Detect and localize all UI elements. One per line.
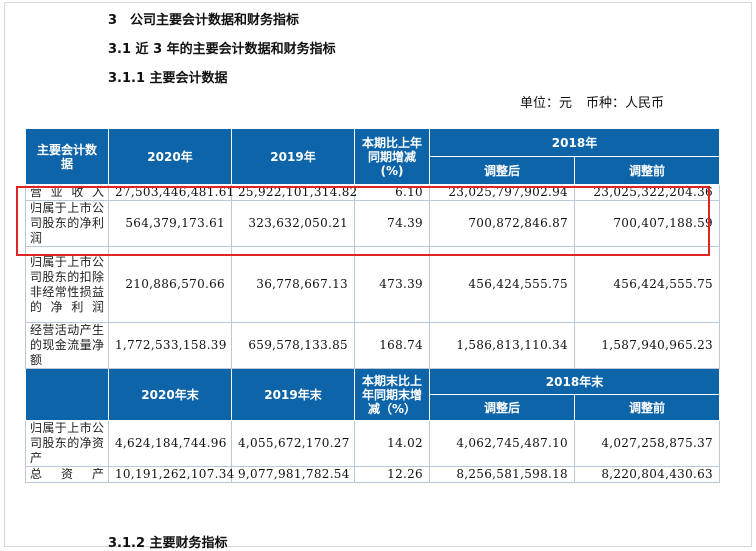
value-adjusted-before: 456,424,555.75 <box>574 246 720 323</box>
subsection-heading: 3.1 近 3 年的主要会计数据和财务指标 <box>108 42 336 57</box>
unit-line: 单位：元 币种：人民币 <box>520 92 664 111</box>
value-2019: 323,632,050.21 <box>231 200 355 247</box>
financial-data-table: 主要会计数据 2020年 2019年 本期比上年同期增减(%) 2018年 调整… <box>25 128 720 483</box>
header-2019: 2019年 <box>231 128 355 185</box>
value-change: 74.39 <box>354 200 430 247</box>
row-label: 经营活动产生的现金流量净额 <box>25 322 109 369</box>
header-adjusted-before: 调整前 <box>574 156 720 185</box>
unit-label: 单位：元 <box>520 96 573 111</box>
header-adjusted-after: 调整后 <box>429 156 575 185</box>
value-adjusted-after: 4,062,745,487.10 <box>429 420 575 467</box>
table-row: 归属于上市公司股东的净资产 4,624,184,744.96 4,055,672… <box>25 420 720 467</box>
value-adjusted-before: 8,220,804,430.63 <box>574 466 720 483</box>
row-label: 营业收入 <box>25 184 109 201</box>
currency-label: 币种：人民币 <box>586 96 665 111</box>
section-title: 公司主要会计数据和财务指标 <box>130 13 300 28</box>
header-adjusted-before-2: 调整前 <box>574 394 720 421</box>
value-change: 6.10 <box>354 184 430 201</box>
table-row: 归属于上市公司股东的净利润 564,379,173.61 323,632,050… <box>25 200 720 247</box>
table-row: 归属于上市公司股东的扣除非经常性损益的净利润 210,886,570.66 36… <box>25 246 720 323</box>
value-adjusted-before: 1,587,940,965.23 <box>574 322 720 369</box>
table-row: 营业收入 27,503,446,481.61 25,922,101,314.82… <box>25 184 720 201</box>
value-2019: 659,578,133.85 <box>231 322 355 369</box>
row-label: 总资产 <box>25 466 109 483</box>
table-row: 经营活动产生的现金流量净额 1,772,533,158.39 659,578,1… <box>25 322 720 369</box>
header-2019-end: 2019年末 <box>231 368 355 421</box>
value-change: 168.74 <box>354 322 430 369</box>
value-adjusted-before: 23,025,322,204.36 <box>574 184 720 201</box>
value-2020: 10,191,262,107.34 <box>108 466 234 483</box>
value-adjusted-before: 4,027,258,875.37 <box>574 420 720 467</box>
value-2020: 27,503,446,481.61 <box>108 184 234 201</box>
next-subsection-heading: 3.1.2 主要财务指标 <box>108 536 228 551</box>
value-adjusted-after: 8,256,581,598.18 <box>429 466 575 483</box>
value-2020: 564,379,173.61 <box>108 200 232 247</box>
value-change: 12.26 <box>354 466 430 483</box>
value-2020: 210,886,570.66 <box>108 246 232 323</box>
value-adjusted-after: 700,872,846.87 <box>429 200 575 247</box>
header-adjusted-after-2: 调整后 <box>429 394 575 421</box>
table-row: 总资产 10,191,262,107.34 9,077,981,782.54 1… <box>25 466 720 483</box>
value-adjusted-after: 23,025,797,902.94 <box>429 184 575 201</box>
section-heading: 3 公司主要会计数据和财务指标 <box>108 9 299 28</box>
header-item: 主要会计数据 <box>25 128 109 185</box>
value-2020: 1,772,533,158.39 <box>108 322 232 369</box>
section-number: 3 <box>108 13 118 28</box>
row-label: 归属于上市公司股东的净利润 <box>25 200 109 247</box>
subsubsection-heading: 3.1.1 主要会计数据 <box>108 71 228 86</box>
value-2019: 9,077,981,782.54 <box>231 466 355 483</box>
value-change: 14.02 <box>354 420 430 467</box>
value-2019: 25,922,101,314.82 <box>231 184 357 201</box>
value-adjusted-after: 1,586,813,110.34 <box>429 322 575 369</box>
header-2018: 2018年 <box>429 128 720 157</box>
header-item-2 <box>25 368 109 421</box>
row-label: 归属于上市公司股东的净资产 <box>25 420 109 467</box>
value-adjusted-after: 456,424,555.75 <box>429 246 575 323</box>
row-label: 归属于上市公司股东的扣除非经常性损益的净利润 <box>25 246 109 323</box>
value-2019: 4,055,672,170.27 <box>231 420 355 467</box>
header-2018-end: 2018年末 <box>429 368 720 395</box>
value-change: 473.39 <box>354 246 430 323</box>
value-2019: 36,778,667.13 <box>231 246 355 323</box>
header-change-end: 本期末比上年同期末增减（%） <box>354 368 430 421</box>
value-adjusted-before: 700,407,188.59 <box>574 200 720 247</box>
header-2020-end: 2020年末 <box>108 368 232 421</box>
value-2020: 4,624,184,744.96 <box>108 420 232 467</box>
header-2020: 2020年 <box>108 128 232 185</box>
header-change: 本期比上年同期增减(%) <box>354 128 430 185</box>
